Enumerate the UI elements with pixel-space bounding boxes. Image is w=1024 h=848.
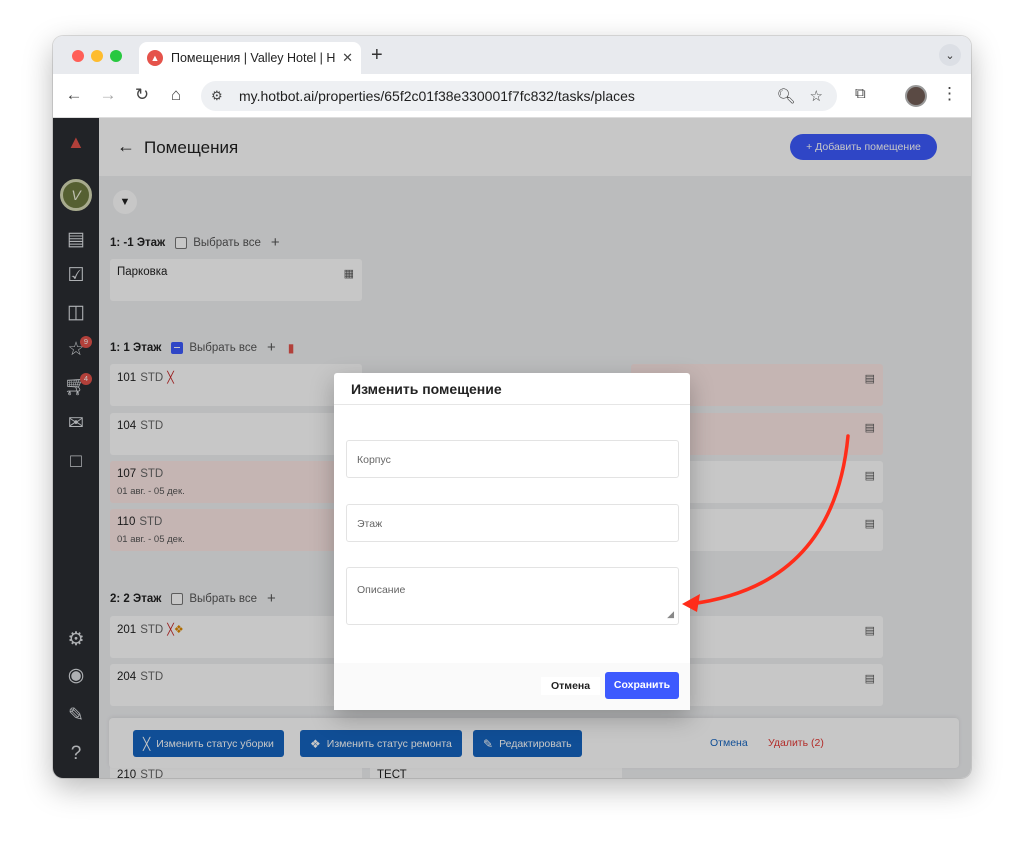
zoom-icon[interactable]: 🔍︎ [777, 87, 796, 105]
edit-room-dialog: Изменить помещение Корпус Этаж Описание ◢… [334, 373, 690, 710]
home-icon[interactable]: ⌂ [165, 85, 187, 105]
hotbot-favicon-icon: ▲ [147, 50, 163, 66]
resize-grip-icon[interactable]: ◢ [667, 609, 674, 620]
dialog-footer: Отмена Сохранить [334, 663, 690, 710]
address-bar: ← → ↻ ⌂ ⚙ my.hotbot.ai/properties/65f2c0… [53, 74, 971, 118]
description-field[interactable]: Описание ◢ [346, 567, 679, 625]
reload-icon[interactable]: ↻ [131, 85, 153, 105]
tab-strip: ▲ Помещения | Valley Hotel | H ✕ + ⌄ [53, 36, 971, 74]
minimize-window-button[interactable] [91, 50, 103, 62]
new-tab-icon[interactable]: + [371, 44, 383, 67]
extensions-icon[interactable]: ⧉ [855, 85, 866, 102]
save-button[interactable]: Сохранить [605, 672, 679, 699]
profile-avatar[interactable] [905, 85, 927, 107]
browser-tab[interactable]: ▲ Помещения | Valley Hotel | H ✕ [139, 42, 361, 74]
browser-menu-icon[interactable]: ⋮ [941, 84, 958, 104]
floor-placeholder: Этаж [357, 518, 383, 530]
browser-window: ▲ Помещения | Valley Hotel | H ✕ + ⌄ ← →… [53, 36, 971, 778]
building-placeholder: Корпус [357, 454, 391, 466]
close-tab-icon[interactable]: ✕ [342, 50, 353, 66]
tab-title: Помещения | Valley Hotel | H [171, 51, 336, 65]
omnibox[interactable]: ⚙ my.hotbot.ai/properties/65f2c01f38e330… [201, 81, 837, 111]
close-window-button[interactable] [72, 50, 84, 62]
description-placeholder: Описание [357, 584, 406, 596]
cancel-button[interactable]: Отмена [541, 677, 601, 695]
building-field[interactable]: Корпус [346, 440, 679, 478]
url-text: my.hotbot.ai/properties/65f2c01f38e33000… [239, 88, 635, 104]
floor-field[interactable]: Этаж [346, 504, 679, 542]
maximize-window-button[interactable] [110, 50, 122, 62]
app-area: ▲ V ▤ ☑ ◫ ☆ 9 🛒︎ 4 ✉ □ ⚙ ◉ ✎ ? ← Помещен… [53, 118, 971, 778]
forward-icon[interactable]: → [97, 85, 119, 105]
site-info-icon[interactable]: ⚙ [211, 88, 231, 104]
tab-search-chevron-icon[interactable]: ⌄ [939, 44, 961, 66]
dialog-title: Изменить помещение [334, 373, 690, 405]
bookmark-star-icon[interactable]: ☆ [810, 87, 823, 105]
back-icon[interactable]: ← [63, 85, 85, 105]
